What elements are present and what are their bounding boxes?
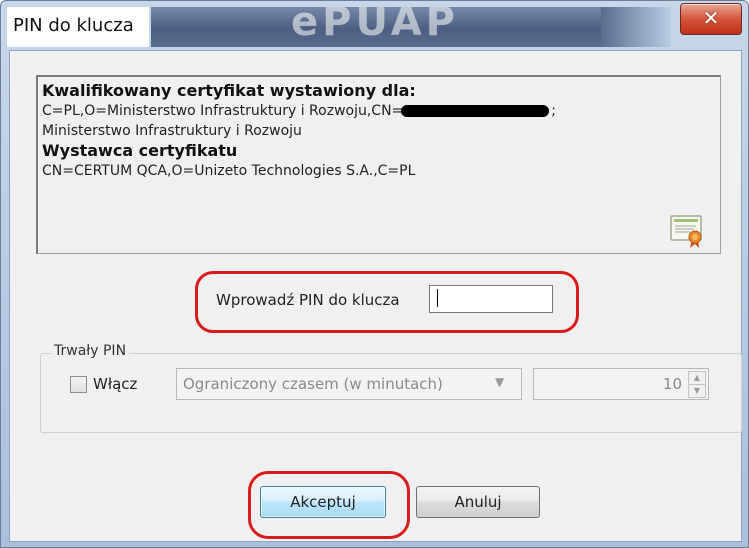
certificate-info-box: Kwalifikowany certyfikat wystawiony dla:… — [36, 75, 721, 254]
persistent-pin-group: Trwały PIN Włącz Ograniczony czasem (w m… — [40, 343, 742, 433]
pin-entry-row: Wprowadź PIN do klucza — [195, 271, 579, 333]
redaction-bar — [401, 105, 550, 117]
subject-line-1-suffix: ; — [551, 103, 556, 119]
minutes-value: 10 — [662, 375, 682, 393]
close-button[interactable]: ✕ — [680, 3, 742, 35]
pin-dialog-window: PIN do klucza ePUAP ✕ Kwalifikowany cert… — [0, 0, 749, 548]
dialog-body: Kwalifikowany certyfikat wystawiony dla:… — [9, 50, 742, 542]
issuer-line: CN=CERTUM QCA,O=Unizeto Technologies S.A… — [42, 163, 416, 179]
close-icon: ✕ — [702, 6, 720, 30]
accept-button[interactable]: Akceptuj — [260, 486, 386, 518]
minutes-stepper[interactable]: 10 ▲ ▼ — [533, 368, 709, 400]
stepper-up-icon[interactable]: ▲ — [688, 371, 706, 385]
issuer-heading: Wystawca certyfikatu — [42, 141, 238, 160]
stepper-down-icon[interactable]: ▼ — [688, 384, 706, 398]
subject-heading: Kwalifikowany certyfikat wystawiony dla: — [42, 81, 416, 100]
pin-mode-value: Ograniczony czasem (w minutach) — [183, 375, 443, 393]
pin-label: Wprowadź PIN do klucza — [216, 291, 400, 309]
title-bar[interactable]: PIN do klucza ePUAP ✕ — [1, 1, 748, 49]
text-caret — [437, 289, 438, 307]
title-banner-image: ePUAP — [151, 7, 601, 47]
cancel-button[interactable]: Anuluj — [416, 486, 540, 518]
enable-checkbox-label[interactable]: Włącz — [93, 375, 137, 393]
pin-input[interactable] — [429, 285, 553, 313]
subject-line-2: Ministerstwo Infrastruktury i Rozwoju — [42, 123, 302, 139]
epuap-logo: ePUAP — [291, 7, 459, 45]
enable-checkbox[interactable] — [70, 376, 87, 393]
subject-line-1-text: C=PL,O=Ministerstwo Infrastruktury i Roz… — [42, 103, 404, 119]
certificate-icon[interactable] — [670, 213, 706, 249]
window-title: PIN do klucza — [13, 15, 134, 36]
subject-line-1: C=PL,O=Ministerstwo Infrastruktury i Roz… — [42, 103, 556, 119]
persistent-pin-legend: Trwały PIN — [51, 343, 130, 359]
chevron-down-icon: ▼ — [495, 375, 505, 389]
title-banner-fade — [601, 7, 671, 47]
pin-mode-select[interactable]: Ograniczony czasem (w minutach) ▼ — [176, 368, 522, 400]
